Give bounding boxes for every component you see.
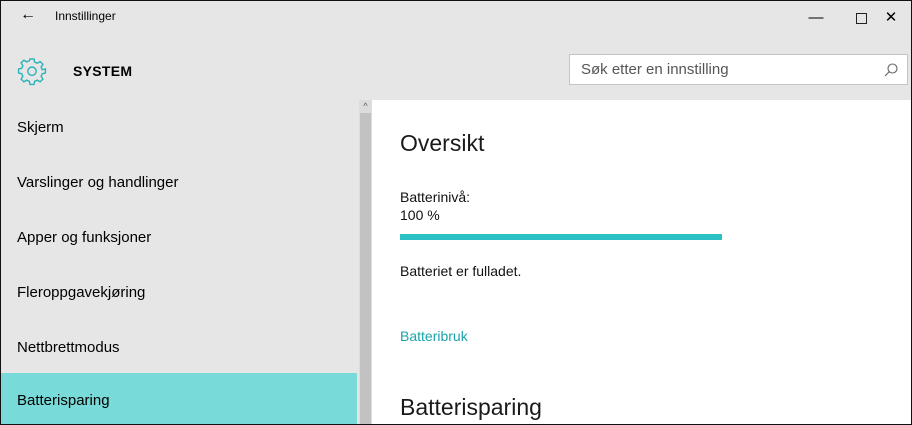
sidebar-scrollbar[interactable]: ^ (359, 100, 372, 424)
battery-usage-link[interactable]: Batteribruk (400, 328, 468, 344)
battery-progress-bar (400, 234, 722, 240)
maximize-icon (855, 12, 867, 24)
sidebar-nav: Skjerm Varslinger og handlinger Apper og… (1, 100, 359, 424)
search-icon[interactable] (883, 62, 899, 78)
battery-status-text: Batteriet er fulladet. (400, 263, 522, 279)
close-button[interactable]: ✕ (868, 1, 911, 35)
sidebar-item-batterisparing[interactable]: Batterisparing (1, 373, 357, 424)
search-input[interactable]: Søk etter en innstilling (569, 54, 908, 85)
sidebar-item-label: Skjerm (17, 119, 64, 136)
sidebar-item-label: Varslinger og handlinger (17, 174, 179, 191)
scrollbar-thumb[interactable] (360, 113, 371, 424)
settings-window: ← Innstillinger — ✕ SYSTEM Søk etter en … (0, 0, 912, 425)
battery-progress-fill (400, 234, 722, 240)
sidebar-item-nettbrettmodus[interactable]: Nettbrettmodus (1, 320, 357, 373)
sidebar-item-label: Fleroppgavekjøring (17, 284, 146, 301)
sidebar-item-apper[interactable]: Apper og funksjoner (1, 210, 357, 263)
app-title: Innstillinger (55, 9, 116, 23)
main-content: Oversikt Batterinivå: 100 % Batteriet er… (372, 100, 911, 424)
minimize-button[interactable]: — (793, 1, 839, 35)
battery-level-value: 100 % (400, 207, 440, 223)
section-title: Oversikt (400, 130, 485, 156)
sidebar-item-label: Batterisparing (17, 392, 110, 409)
sidebar-item-fleroppgavekjoring[interactable]: Fleroppgavekjøring (1, 265, 357, 318)
page-header: SYSTEM Søk etter en innstilling (1, 41, 911, 100)
gear-icon (17, 58, 47, 86)
sidebar-item-label: Nettbrettmodus (17, 339, 120, 356)
sidebar-item-skjerm[interactable]: Skjerm (1, 100, 357, 153)
section-title-battery-saver: Batterisparing (400, 394, 542, 420)
sidebar-item-varslinger[interactable]: Varslinger og handlinger (1, 155, 357, 208)
scroll-up-icon[interactable]: ^ (359, 100, 372, 112)
search-placeholder: Søk etter en innstilling (581, 61, 729, 78)
sidebar-item-label: Apper og funksjoner (17, 229, 152, 246)
title-bar: ← Innstillinger — ✕ (1, 1, 911, 41)
page-title: SYSTEM (73, 63, 133, 79)
battery-level-label: Batterinivå: (400, 189, 471, 205)
back-arrow-icon[interactable]: ← (17, 5, 39, 25)
